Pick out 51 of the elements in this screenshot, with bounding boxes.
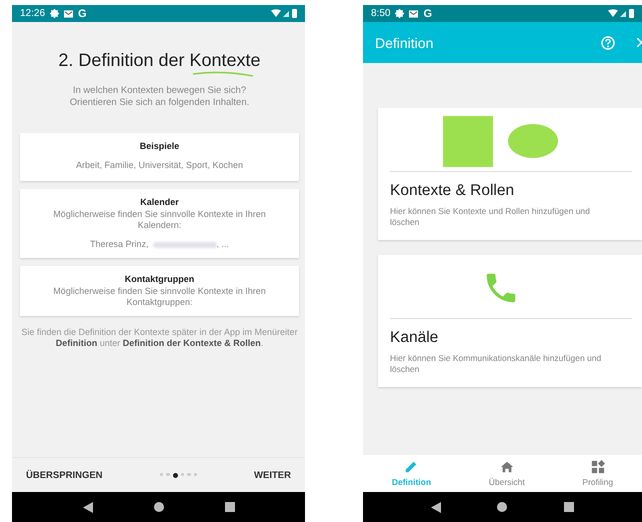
card-title: Kontaktgruppen	[124, 274, 196, 285]
notification-letter: G	[423, 8, 432, 20]
card-title: Kontexte & Rollen	[390, 182, 516, 200]
pencil-icon	[404, 460, 418, 474]
account-more: , ...	[216, 239, 230, 250]
intro-text: In welchen Kontexten bewegen Sie sich?	[72, 85, 248, 97]
card-text: Möglicherweise finden Sie sinnvolle Kontexte in Ihren Kalendern:	[52, 209, 267, 231]
recents-icon[interactable]	[224, 502, 234, 512]
underline-stroke	[192, 71, 254, 77]
home-icon[interactable]	[497, 502, 508, 512]
screen-title: 2. Definition der	[58, 50, 184, 72]
grid-icon	[590, 460, 605, 474]
card-text: Arbeit, Familie, Universität, Sport, Kochen	[74, 160, 244, 171]
pager-dot[interactable]	[160, 472, 164, 476]
card-title: Kalender	[139, 197, 180, 208]
card-description: Hier können Sie Kontexte und Rollen hinzufügen und löschen	[390, 206, 591, 228]
next-button[interactable]: WEITER	[244, 466, 301, 484]
signal-icons	[271, 9, 297, 18]
app-bar-title: Definition	[375, 34, 434, 50]
card-description: Hier können Sie Kommunikationskanäle hinzufügen und löschen	[390, 353, 602, 375]
nav-tab[interactable]: Profiling	[576, 455, 620, 492]
card-text: Möglicherweise finden Sie sinnvolle Kontexte in Ihren Kontaktgruppen:	[52, 286, 267, 308]
intro-text: Orientieren Sie sich an folgenden Inhalten.	[68, 97, 250, 109]
recents-icon[interactable]	[564, 502, 574, 512]
notification-letter: G	[78, 8, 87, 20]
signal-icons	[608, 9, 634, 18]
pager-dot[interactable]	[194, 472, 198, 476]
gear-icon	[50, 9, 60, 18]
menu-card[interactable]: Kanäle Hier können Sie Kommunikationskanäle hinzufügen und löschen	[378, 255, 642, 387]
pager-dot[interactable]	[172, 472, 178, 478]
highlighted-word: Kontexte	[190, 50, 261, 71]
card-title: Kanäle	[390, 329, 440, 347]
menu-card[interactable]: Kontexte & Rollen Hier können Sie Kontexte und Rollen hinzufügen und löschen	[378, 108, 642, 240]
status-time: 12:26	[20, 8, 46, 19]
redacted-email	[152, 242, 216, 248]
status-time: 8:50	[371, 8, 390, 19]
back-icon[interactable]	[82, 502, 92, 512]
mail-icon	[409, 10, 418, 18]
pager-dot[interactable]	[166, 472, 170, 476]
gear-icon	[395, 9, 404, 18]
mail-icon	[64, 10, 74, 18]
home-icon[interactable]	[154, 502, 164, 512]
pager-dot[interactable]	[180, 472, 184, 476]
nav-tab[interactable]: Übersicht	[482, 455, 531, 492]
card-title: Beispiele	[138, 141, 180, 152]
home-icon	[500, 460, 514, 474]
pager-dot[interactable]	[187, 472, 191, 476]
back-icon[interactable]	[431, 502, 442, 512]
account-name: Theresa Prinz,	[90, 239, 148, 250]
hint-text: Sie finden die Definition der Kontexte später in der App im Menüreiter Definition unter Definition der Kontexte & Rollen.	[20, 327, 299, 349]
skip-button[interactable]: ÜBERSPRINGEN	[16, 466, 113, 484]
